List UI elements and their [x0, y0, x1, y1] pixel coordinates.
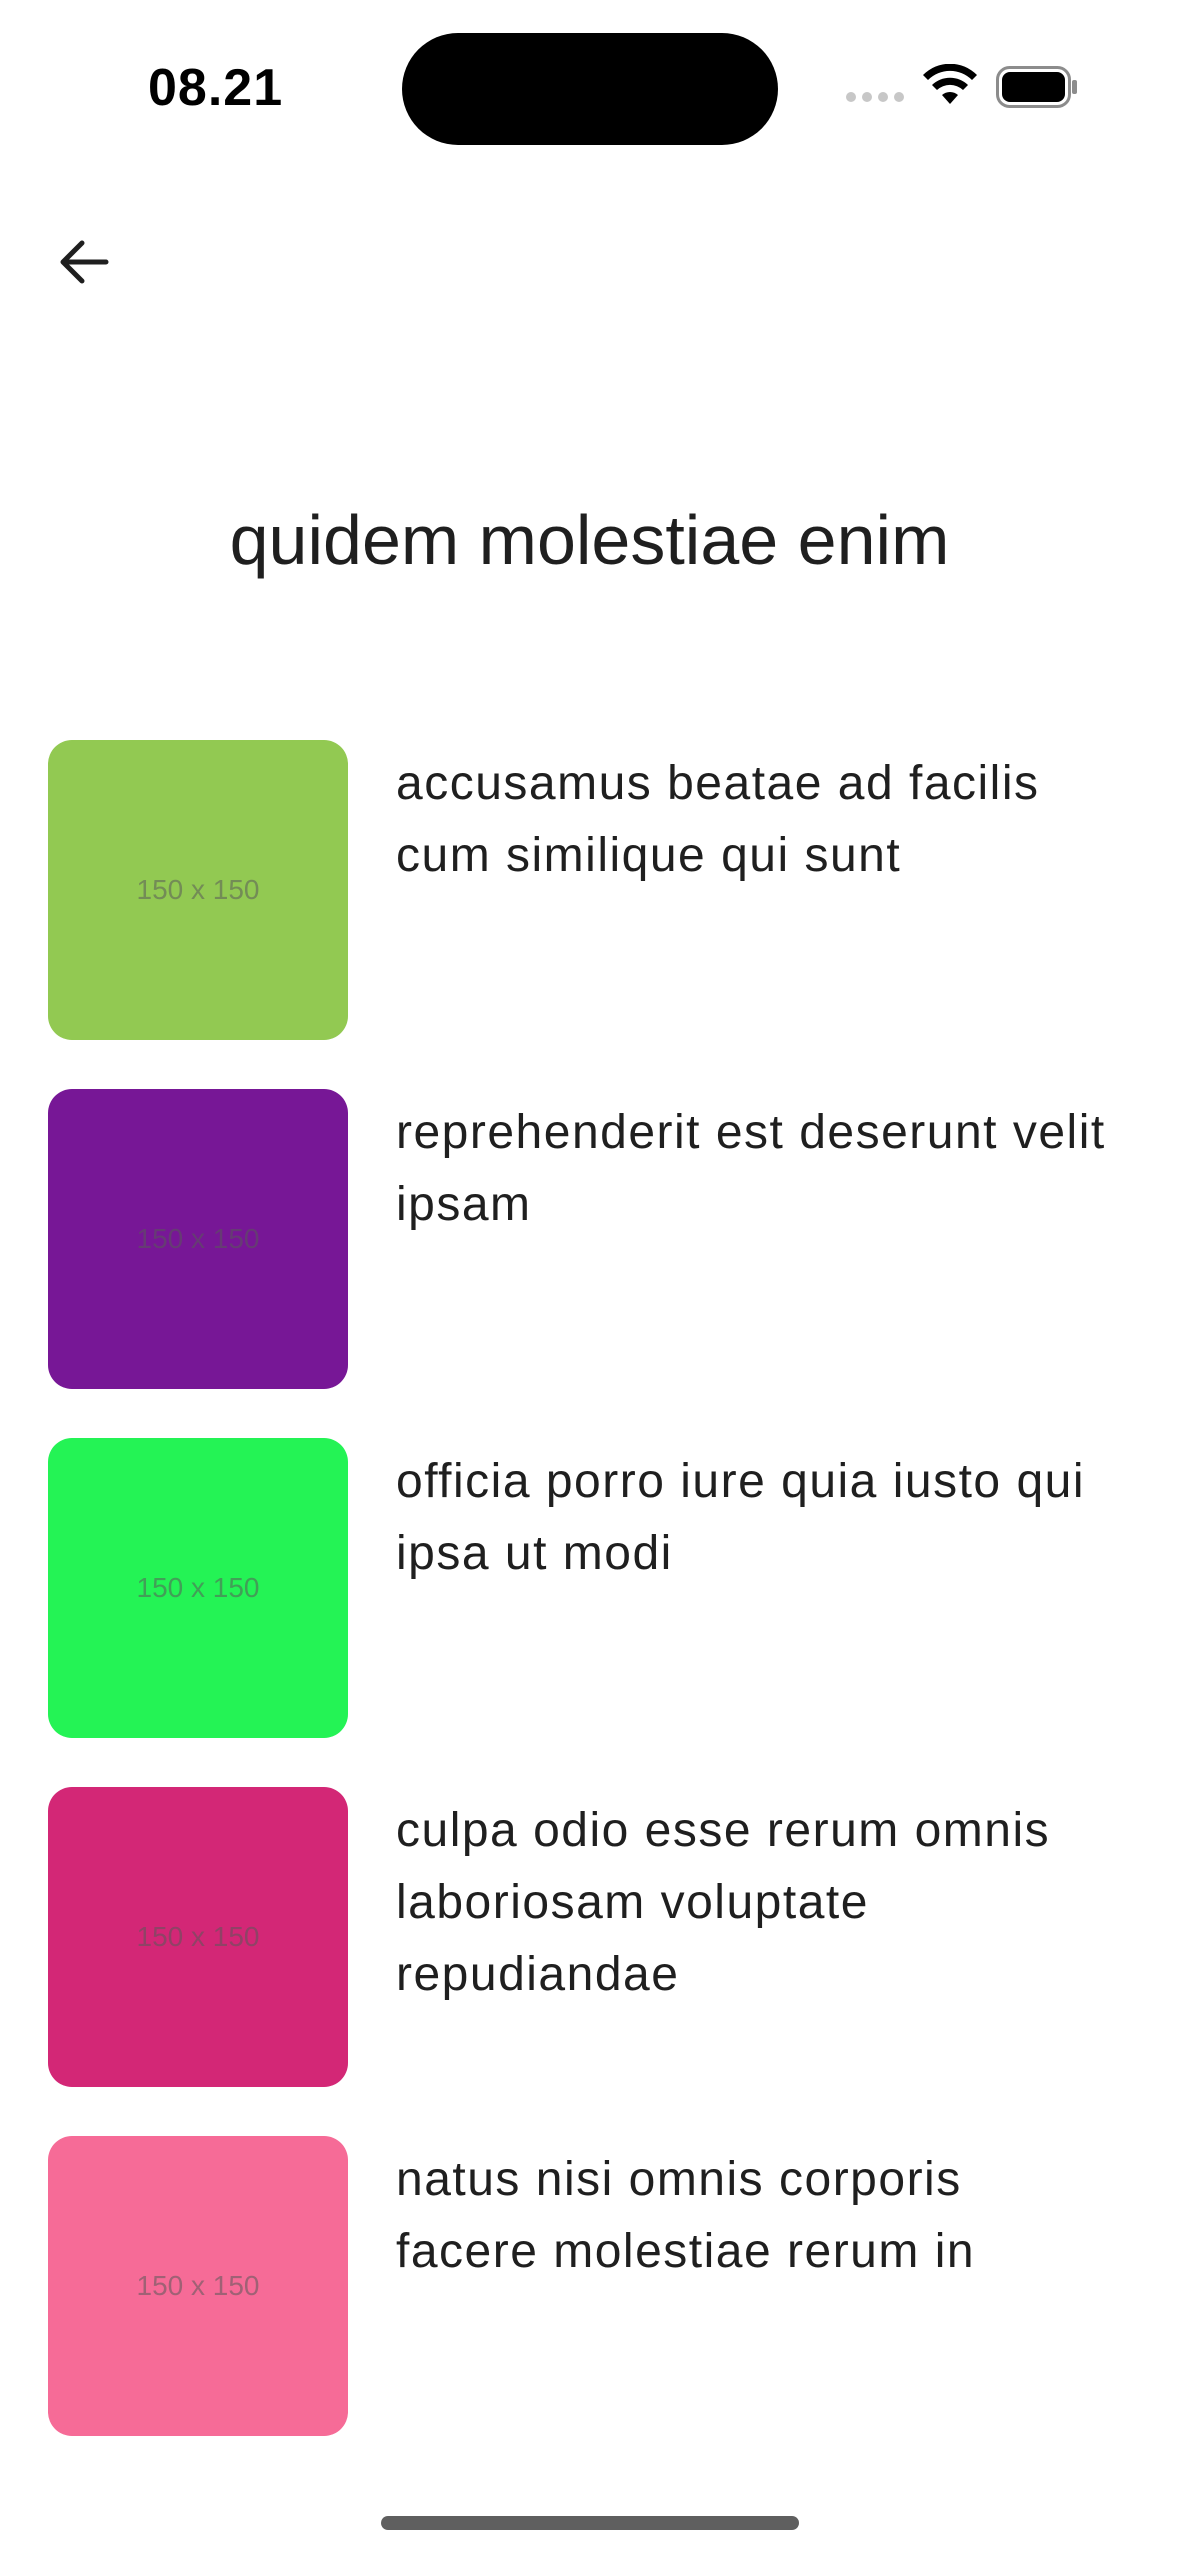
thumbnail-image: 150 x 150	[48, 1787, 348, 2087]
list-item[interactable]: 150 x 150 accusamus beatae ad facilis cu…	[48, 740, 1148, 1040]
status-bar: 08.21	[0, 0, 1179, 150]
status-time: 08.21	[148, 59, 284, 117]
list-item[interactable]: 150 x 150 officia porro iure quia iusto …	[48, 1438, 1148, 1738]
thumbnail-image: 150 x 150	[48, 740, 348, 1040]
list-item-title: accusamus beatae ad facilis cum similiqu…	[396, 757, 1040, 882]
thumbnail-image: 150 x 150	[48, 1438, 348, 1738]
list-item-title: officia porro iure quia iusto qui ipsa u…	[396, 1455, 1085, 1580]
list-item[interactable]: 150 x 150 culpa odio esse rerum omnis la…	[48, 1787, 1148, 2087]
list-item-title: reprehenderit est deserunt velit ipsam	[396, 1106, 1106, 1231]
arrow-left-icon	[60, 240, 109, 284]
back-button[interactable]	[44, 222, 124, 302]
list-item[interactable]: 150 x 150 reprehenderit est deserunt vel…	[48, 1089, 1148, 1389]
list-item[interactable]: 150 x 150 natus nisi omnis corporis face…	[48, 2136, 1148, 2436]
cellular-signal-icon	[846, 92, 904, 102]
page-title: quidem molestiae enim	[229, 501, 950, 579]
thumbnail-image: 150 x 150	[48, 1089, 348, 1389]
list-item-title: natus nisi omnis corporis facere molesti…	[396, 2153, 976, 2278]
dynamic-island	[402, 33, 778, 145]
wifi-icon	[923, 64, 977, 104]
list-item-title: culpa odio esse rerum omnis laboriosam v…	[396, 1804, 1051, 2001]
thumbnail-image: 150 x 150	[48, 2136, 348, 2436]
home-indicator[interactable]	[381, 2516, 799, 2530]
battery-icon	[996, 66, 1077, 108]
